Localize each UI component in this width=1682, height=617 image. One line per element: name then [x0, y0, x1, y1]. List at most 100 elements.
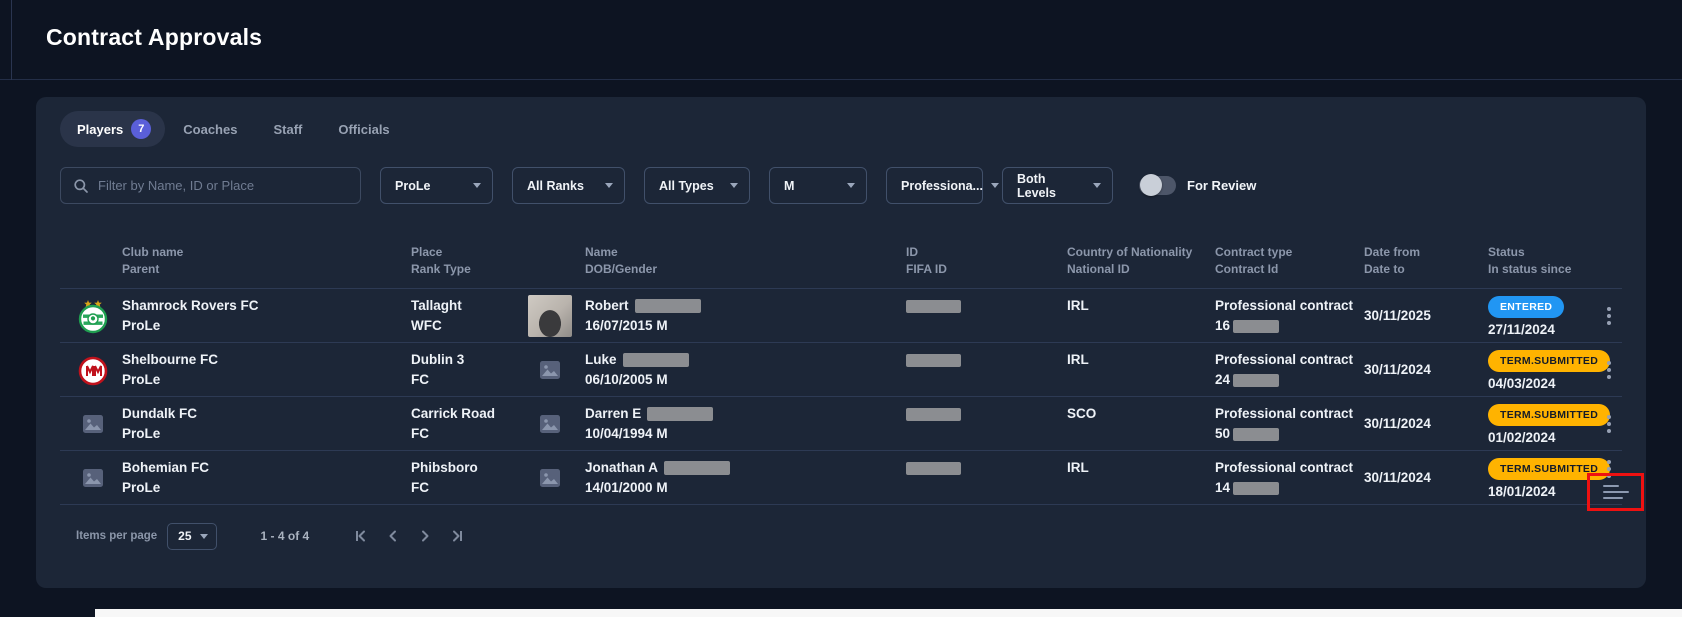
- place: Dublin 3: [411, 351, 515, 369]
- notes-icon[interactable]: [1603, 485, 1629, 500]
- tab-coaches[interactable]: Coaches: [165, 111, 255, 147]
- contract-filter-value: Professiona...: [901, 179, 983, 193]
- player-name: Luke: [585, 351, 689, 369]
- row-menu-kebab-icon[interactable]: [1603, 411, 1615, 437]
- redacted-contract-id-block: [1233, 320, 1279, 333]
- pagination-range: 1 - 4 of 4: [261, 529, 310, 543]
- table-row[interactable]: Bohemian FC ProLe Phibsboro FC Jonathan …: [60, 451, 1622, 505]
- left-edge-line: [11, 0, 12, 80]
- table-header: Club nameParent PlaceRank Type NameDOB/G…: [60, 236, 1622, 289]
- dob-gender: 16/07/2015 M: [585, 317, 701, 335]
- contract-type: Professional contract: [1215, 351, 1345, 369]
- table-row[interactable]: Dundalk FC ProLe Carrick Road FC Darren …: [60, 397, 1622, 451]
- items-per-page-dropdown[interactable]: 25: [167, 523, 216, 550]
- app-header: Contract Approvals: [0, 0, 1682, 80]
- last-page-button[interactable]: [447, 526, 467, 546]
- tab-officials[interactable]: Officials: [320, 111, 407, 147]
- ranks-filter-dropdown[interactable]: All Ranks: [512, 167, 625, 204]
- filter-bar: ProLe All Ranks All Types M Professiona.…: [60, 167, 1256, 204]
- col-header-id[interactable]: IDFIFA ID: [890, 236, 1050, 288]
- club-parent: ProLe: [122, 479, 209, 497]
- redacted-name-block: [623, 353, 689, 367]
- previous-page-button[interactable]: [383, 526, 403, 546]
- contract-filter-dropdown[interactable]: Professiona...: [886, 167, 983, 204]
- league-filter-value: ProLe: [395, 179, 430, 193]
- contracts-table: Club nameParent PlaceRank Type NameDOB/G…: [60, 236, 1622, 505]
- rank-type: FC: [411, 425, 515, 443]
- toggle-knob: [1140, 174, 1162, 196]
- league-filter-dropdown[interactable]: ProLe: [380, 167, 493, 204]
- player-name: Jonathan A: [585, 459, 730, 477]
- image-placeholder-icon: [528, 397, 572, 450]
- col-header-country[interactable]: Country of NationalityNational ID: [1050, 236, 1195, 288]
- date-from: 30/11/2024: [1364, 361, 1431, 379]
- col-header-club[interactable]: Club nameParent: [60, 236, 400, 288]
- contract-id: 24: [1215, 371, 1345, 389]
- levels-filter-dropdown[interactable]: Both Levels: [1002, 167, 1113, 204]
- dob-gender: 14/01/2000 M: [585, 479, 730, 497]
- contract-type: Professional contract: [1215, 297, 1345, 315]
- contract-id: 14: [1215, 479, 1345, 497]
- search-box[interactable]: [60, 167, 361, 204]
- country: IRL: [1067, 351, 1195, 369]
- chevron-down-icon: [473, 183, 481, 188]
- table-row[interactable]: Shelbourne FC ProLe Dublin 3 FC Luke 06/…: [60, 343, 1622, 397]
- for-review-toggle[interactable]: [1139, 176, 1176, 195]
- image-placeholder-icon: [78, 397, 108, 450]
- image-placeholder-icon: [78, 451, 108, 504]
- dob-gender: 06/10/2005 M: [585, 371, 689, 389]
- redacted-name-block: [664, 461, 730, 475]
- redacted-contract-id-block: [1233, 482, 1279, 495]
- search-icon: [73, 178, 89, 194]
- col-header-place[interactable]: PlaceRank Type: [400, 236, 515, 288]
- gender-filter-value: M: [784, 179, 794, 193]
- rank-type: FC: [411, 371, 515, 389]
- pagination-bar: Items per page 25 1 - 4 of 4: [60, 521, 467, 551]
- in-status-since: 01/02/2024: [1488, 429, 1595, 447]
- levels-filter-value: Both Levels: [1017, 172, 1085, 200]
- country: SCO: [1067, 405, 1195, 423]
- status-badge: TERM.SUBMITTED: [1488, 404, 1610, 426]
- types-filter-value: All Types: [659, 179, 714, 193]
- gender-filter-dropdown[interactable]: M: [769, 167, 867, 204]
- chevron-down-icon: [200, 534, 208, 539]
- col-header-dates[interactable]: Date fromDate to: [1345, 236, 1470, 288]
- in-status-since: 18/01/2024: [1488, 483, 1595, 501]
- chevron-down-icon: [605, 183, 613, 188]
- chevron-down-icon: [1093, 183, 1101, 188]
- contract-type: Professional contract: [1215, 459, 1345, 477]
- redacted-id-block: [906, 354, 961, 367]
- bottom-page-edge: [95, 609, 1682, 617]
- in-status-since: 27/11/2024: [1488, 321, 1595, 339]
- place: Carrick Road: [411, 405, 515, 423]
- first-page-button[interactable]: [351, 526, 371, 546]
- club-parent: ProLe: [122, 317, 259, 335]
- for-review-toggle-group: For Review: [1139, 176, 1256, 195]
- shelbourne-crest-icon: [78, 343, 108, 396]
- club-name: Bohemian FC: [122, 459, 209, 477]
- contract-type: Professional contract: [1215, 405, 1345, 423]
- in-status-since: 04/03/2024: [1488, 375, 1595, 393]
- tab-bar: Players 7 Coaches Staff Officials: [60, 111, 408, 147]
- tab-players[interactable]: Players 7: [60, 111, 165, 147]
- next-page-button[interactable]: [415, 526, 435, 546]
- row-menu-kebab-icon[interactable]: [1603, 357, 1615, 383]
- col-header-status[interactable]: StatusIn status since: [1470, 236, 1595, 288]
- search-input[interactable]: [98, 178, 348, 193]
- club-parent: ProLe: [122, 371, 218, 389]
- redacted-id-block: [906, 300, 961, 313]
- status-badge: TERM.SUBMITTED: [1488, 350, 1610, 372]
- table-row[interactable]: Shamrock Rovers FC ProLe Tallaght WFC Ro…: [60, 289, 1622, 343]
- chevron-down-icon: [730, 183, 738, 188]
- tab-staff[interactable]: Staff: [255, 111, 320, 147]
- shamrock-rovers-crest-icon: [78, 289, 108, 342]
- date-from: 30/11/2024: [1364, 469, 1431, 487]
- col-header-contract[interactable]: Contract typeContract Id: [1195, 236, 1345, 288]
- row-menu-kebab-icon[interactable]: [1603, 303, 1615, 329]
- tab-players-label: Players: [77, 122, 123, 137]
- redacted-contract-id-block: [1233, 428, 1279, 441]
- players-count-badge: 7: [131, 119, 151, 139]
- col-header-name[interactable]: NameDOB/Gender: [515, 236, 890, 288]
- types-filter-dropdown[interactable]: All Types: [644, 167, 750, 204]
- date-from: 30/11/2025: [1364, 307, 1431, 325]
